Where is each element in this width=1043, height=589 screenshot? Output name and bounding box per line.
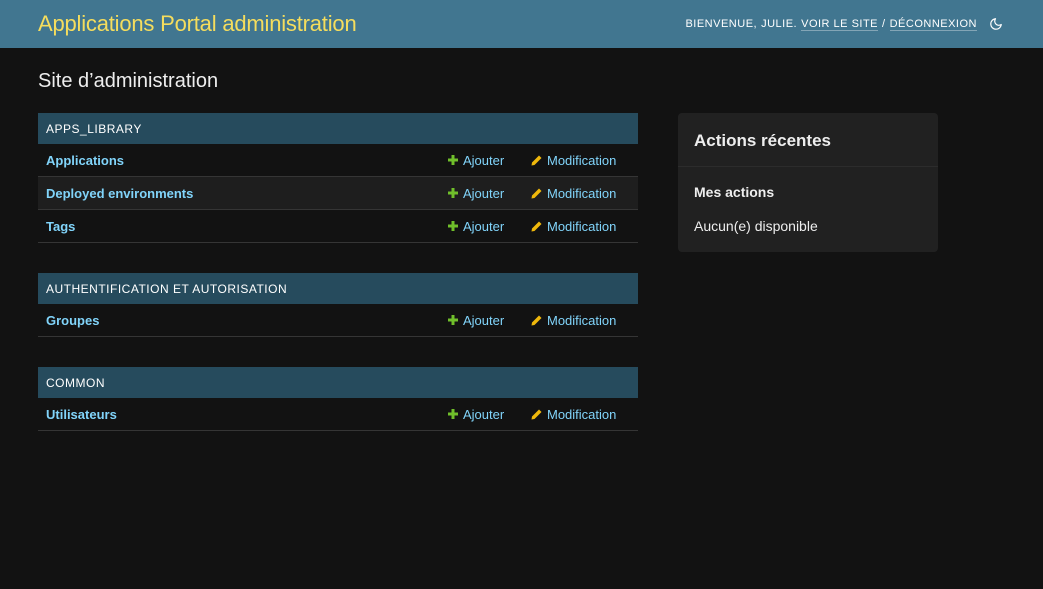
add-label: Ajouter: [463, 152, 505, 168]
pencil-icon: [531, 315, 542, 326]
module-common: Common Utilisateurs Ajouter Modification: [38, 367, 638, 431]
pencil-icon: [531, 409, 542, 420]
change-link[interactable]: Modification: [531, 186, 638, 201]
add-link[interactable]: Ajouter: [447, 186, 531, 201]
change-label: Modification: [547, 406, 617, 422]
plus-icon: [447, 188, 458, 199]
change-label: Modification: [547, 312, 617, 328]
theme-toggle-button[interactable]: [987, 15, 1005, 33]
model-row-utilisateurs: Utilisateurs Ajouter Modification: [38, 398, 638, 431]
view-site-link[interactable]: Voir le site: [801, 18, 879, 31]
model-row-applications: Applications Ajouter Modification: [38, 144, 638, 177]
add-link[interactable]: Ajouter: [447, 313, 531, 328]
change-label: Modification: [547, 218, 617, 234]
recent-actions-title: Actions récentes: [678, 113, 938, 167]
model-link[interactable]: Deployed environments: [46, 186, 447, 201]
logout-link[interactable]: Déconnexion: [889, 18, 977, 31]
plus-icon: [447, 155, 458, 166]
user-tools: Bienvenue, Julie. Voir le site / Déconne…: [685, 15, 1005, 33]
my-actions-heading: Mes actions: [694, 184, 775, 200]
add-label: Ajouter: [463, 312, 505, 328]
pencil-icon: [531, 155, 542, 166]
model-link[interactable]: Applications: [46, 153, 447, 168]
model-link[interactable]: Tags: [46, 219, 447, 234]
pencil-icon: [531, 221, 542, 232]
change-link[interactable]: Modification: [531, 313, 638, 328]
add-label: Ajouter: [463, 406, 505, 422]
model-row-groupes: Groupes Ajouter Modification: [38, 304, 638, 337]
separator: /: [882, 18, 886, 30]
header: Applications Portal administration Bienv…: [0, 0, 1043, 48]
model-link[interactable]: Groupes: [46, 313, 447, 328]
plus-icon: [447, 315, 458, 326]
username: Julie.: [761, 18, 798, 30]
module-auth: Authentification et autorisation Groupes…: [38, 273, 638, 337]
add-label: Ajouter: [463, 185, 505, 201]
model-row-deployed-environments: Deployed environments Ajouter Modificati…: [38, 177, 638, 210]
change-link[interactable]: Modification: [531, 153, 638, 168]
no-actions-text: Aucun(e) disponible: [694, 218, 818, 234]
module-caption[interactable]: Common: [38, 367, 638, 398]
plus-icon: [447, 221, 458, 232]
module-caption[interactable]: Authentification et autorisation: [38, 273, 638, 304]
pencil-icon: [531, 188, 542, 199]
model-row-tags: Tags Ajouter Modification: [38, 210, 638, 243]
add-label: Ajouter: [463, 218, 505, 234]
module-apps-library: Apps_library Applications Ajouter Modifi…: [38, 113, 638, 243]
add-link[interactable]: Ajouter: [447, 219, 531, 234]
add-link[interactable]: Ajouter: [447, 153, 531, 168]
add-link[interactable]: Ajouter: [447, 407, 531, 422]
moon-icon: [990, 18, 1002, 30]
app-list: Apps_library Applications Ajouter Modifi…: [38, 113, 638, 461]
change-label: Modification: [547, 185, 617, 201]
welcome-text: Bienvenue,: [685, 18, 758, 30]
model-link[interactable]: Utilisateurs: [46, 407, 447, 422]
page-title: Site d’administration: [38, 70, 219, 92]
change-label: Modification: [547, 152, 617, 168]
change-link[interactable]: Modification: [531, 407, 638, 422]
recent-actions-panel: Actions récentes Mes actions Aucun(e) di…: [678, 113, 938, 252]
change-link[interactable]: Modification: [531, 219, 638, 234]
plus-icon: [447, 409, 458, 420]
module-caption[interactable]: Apps_library: [38, 113, 638, 144]
site-branding[interactable]: Applications Portal administration: [38, 11, 357, 37]
